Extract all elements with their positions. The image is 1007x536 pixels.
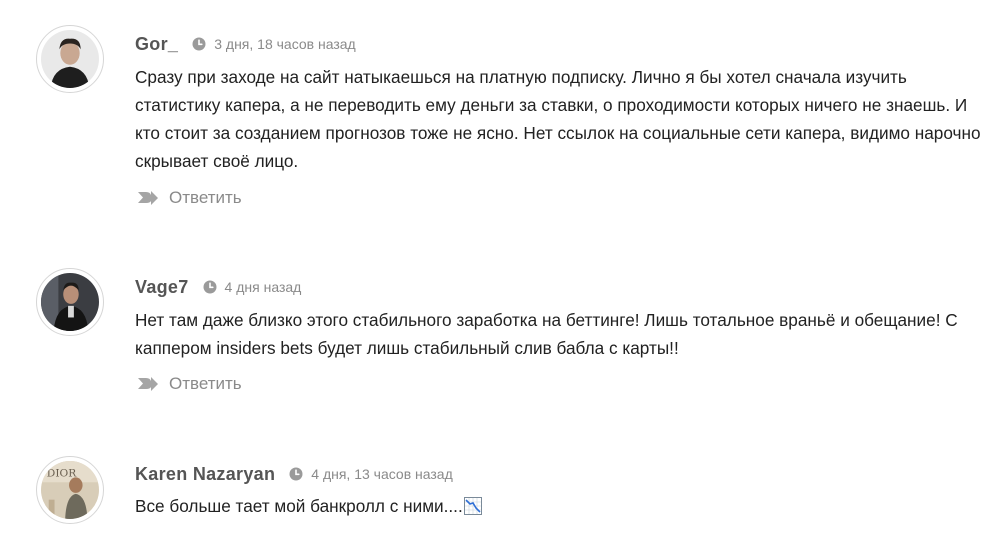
avatar-photo <box>41 30 99 88</box>
reply-arrow-icon <box>137 375 159 393</box>
avatar[interactable] <box>36 25 104 93</box>
comment-date: 4 дня, 13 часов назад <box>311 466 453 482</box>
reply-button[interactable]: Ответить <box>137 186 242 210</box>
comment-text: Все больше тает мой банкролл с ними.... <box>135 496 463 516</box>
reply-label: Ответить <box>169 188 242 207</box>
comment-meta: Vage7 4 дня назад <box>135 276 301 298</box>
avatar[interactable]: DIOR <box>36 456 104 524</box>
comment-author[interactable]: Karen Nazaryan <box>135 464 275 485</box>
avatar[interactable] <box>36 268 104 336</box>
comment-meta: Gor_ 3 дня, 18 часов назад <box>135 33 356 55</box>
avatar-photo <box>41 273 99 331</box>
comment-date: 4 дня назад <box>224 279 302 295</box>
reply-button[interactable]: Ответить <box>137 372 242 396</box>
comment-author[interactable]: Vage7 <box>135 277 189 298</box>
reply-label: Ответить <box>169 374 242 393</box>
reply-arrow-icon <box>137 189 159 207</box>
comment-text: Нет там даже близко этого стабильного за… <box>135 310 958 358</box>
clock-icon <box>192 37 206 51</box>
comment-text: Сразу при заходе на сайт натыкаешься на … <box>135 67 981 171</box>
comment-author[interactable]: Gor_ <box>135 34 178 55</box>
comment-meta: Karen Nazaryan 4 дня, 13 часов назад <box>135 463 453 485</box>
comment-text-wrapper: Все больше тает мой банкролл с ними.... <box>135 492 985 520</box>
svg-text:DIOR: DIOR <box>47 466 77 479</box>
avatar-photo: DIOR <box>41 461 99 519</box>
comment-date: 3 дня, 18 часов назад <box>214 36 356 52</box>
clock-icon <box>203 280 217 294</box>
clock-icon <box>289 467 303 481</box>
chart-decreasing-emoji <box>463 497 482 515</box>
